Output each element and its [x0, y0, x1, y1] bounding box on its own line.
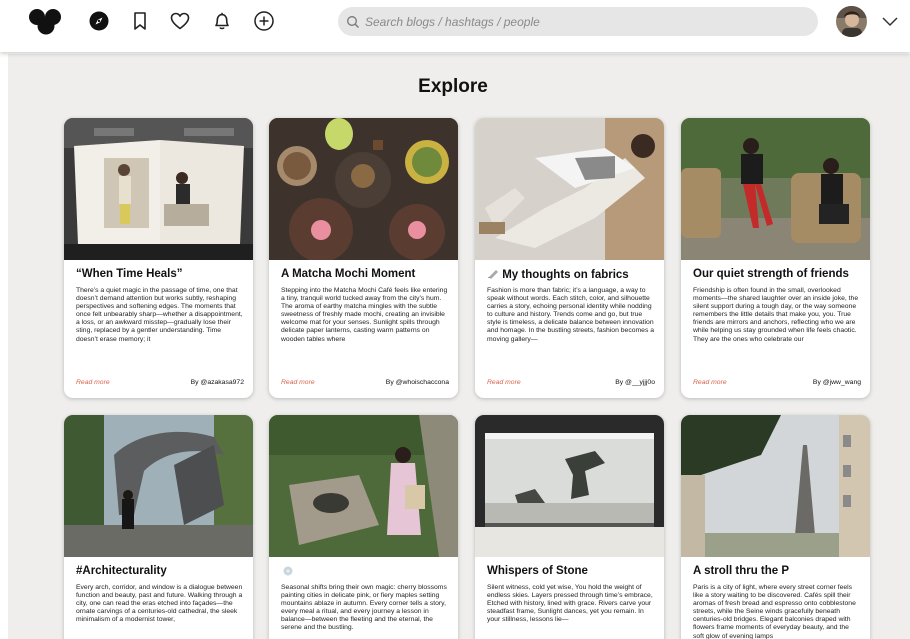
- card-image: [681, 415, 870, 557]
- card-excerpt: Seasonal shifts bring their own magic: c…: [281, 584, 447, 632]
- search-icon: [347, 15, 359, 28]
- notification-bell-icon[interactable]: [211, 10, 233, 32]
- card-image: [681, 118, 870, 260]
- card-title-text: My thoughts on fabrics: [502, 269, 629, 281]
- card-image: [269, 118, 458, 260]
- card-excerpt: Fashion is more than fabric; it’s a lang…: [487, 287, 655, 343]
- card-image: [475, 118, 664, 260]
- explore-main: Explore “When Time Heals” There’s a quie…: [8, 54, 910, 639]
- create-post-plus-icon[interactable]: [253, 10, 275, 32]
- user-avatar[interactable]: [836, 6, 867, 37]
- card-author[interactable]: By @__yjjj0o: [615, 379, 655, 386]
- bookmark-icon[interactable]: [129, 10, 151, 32]
- search-input[interactable]: [365, 14, 805, 29]
- cherry-blossom-emoji-icon: [283, 566, 293, 576]
- card-title: [281, 565, 295, 579]
- card-title: My thoughts on fabrics: [487, 268, 629, 281]
- blog-card[interactable]: Whispers of Stone Silent witness, cold y…: [475, 415, 664, 639]
- app-logo-icon[interactable]: [26, 4, 66, 36]
- blog-card[interactable]: Seasonal shifts bring their own magic: c…: [269, 415, 458, 639]
- search-bar[interactable]: [338, 7, 818, 36]
- card-title: #Architecturality: [76, 565, 167, 577]
- card-author[interactable]: By @whoischaccona: [386, 379, 449, 386]
- card-image: [64, 415, 253, 557]
- card-title: A stroll thru the P: [693, 565, 790, 577]
- card-excerpt: Paris is a city of light, where every st…: [693, 584, 856, 639]
- card-image: [269, 415, 458, 557]
- blog-card[interactable]: Our quiet strength of friends Friendship…: [681, 118, 870, 398]
- card-title: Whispers of Stone: [487, 565, 588, 577]
- card-excerpt: Every arch, corridor, and window is a di…: [76, 584, 243, 624]
- read-more-link[interactable]: Read more: [487, 379, 521, 386]
- blog-card[interactable]: #Architecturality Every arch, corridor, …: [64, 415, 253, 639]
- card-title: Our quiet strength of friends: [693, 268, 849, 280]
- pencil-emoji-icon: [488, 270, 498, 279]
- heart-icon[interactable]: [169, 10, 191, 32]
- blog-card[interactable]: A stroll thru the P Paris is a city of l…: [681, 415, 870, 639]
- card-image: [475, 415, 664, 557]
- card-excerpt: Silent witness, cold yet wise, You hold …: [487, 584, 653, 624]
- chevron-down-icon[interactable]: [880, 13, 900, 29]
- card-author[interactable]: By @jww_wang: [813, 379, 861, 386]
- card-excerpt: Stepping into the Matcha Mochi Café feel…: [281, 287, 448, 343]
- card-image: [64, 118, 253, 260]
- card-author[interactable]: By @azakasa972: [191, 379, 244, 386]
- card-title: “When Time Heals”: [76, 268, 183, 280]
- explore-compass-icon[interactable]: [88, 10, 110, 32]
- blog-card[interactable]: My thoughts on fabrics Fashion is more t…: [475, 118, 664, 398]
- card-excerpt: There’s a quiet magic in the passage of …: [76, 287, 243, 343]
- top-bar: [0, 0, 910, 52]
- read-more-link[interactable]: Read more: [693, 379, 727, 386]
- card-title: A Matcha Mochi Moment: [281, 268, 416, 280]
- read-more-link[interactable]: Read more: [76, 379, 110, 386]
- page-title: Explore: [418, 76, 488, 97]
- read-more-link[interactable]: Read more: [281, 379, 315, 386]
- blog-card[interactable]: “When Time Heals” There’s a quiet magic …: [64, 118, 253, 398]
- blog-card[interactable]: A Matcha Mochi Moment Stepping into the …: [269, 118, 458, 398]
- card-excerpt: Friendship is often found in the small, …: [693, 287, 859, 343]
